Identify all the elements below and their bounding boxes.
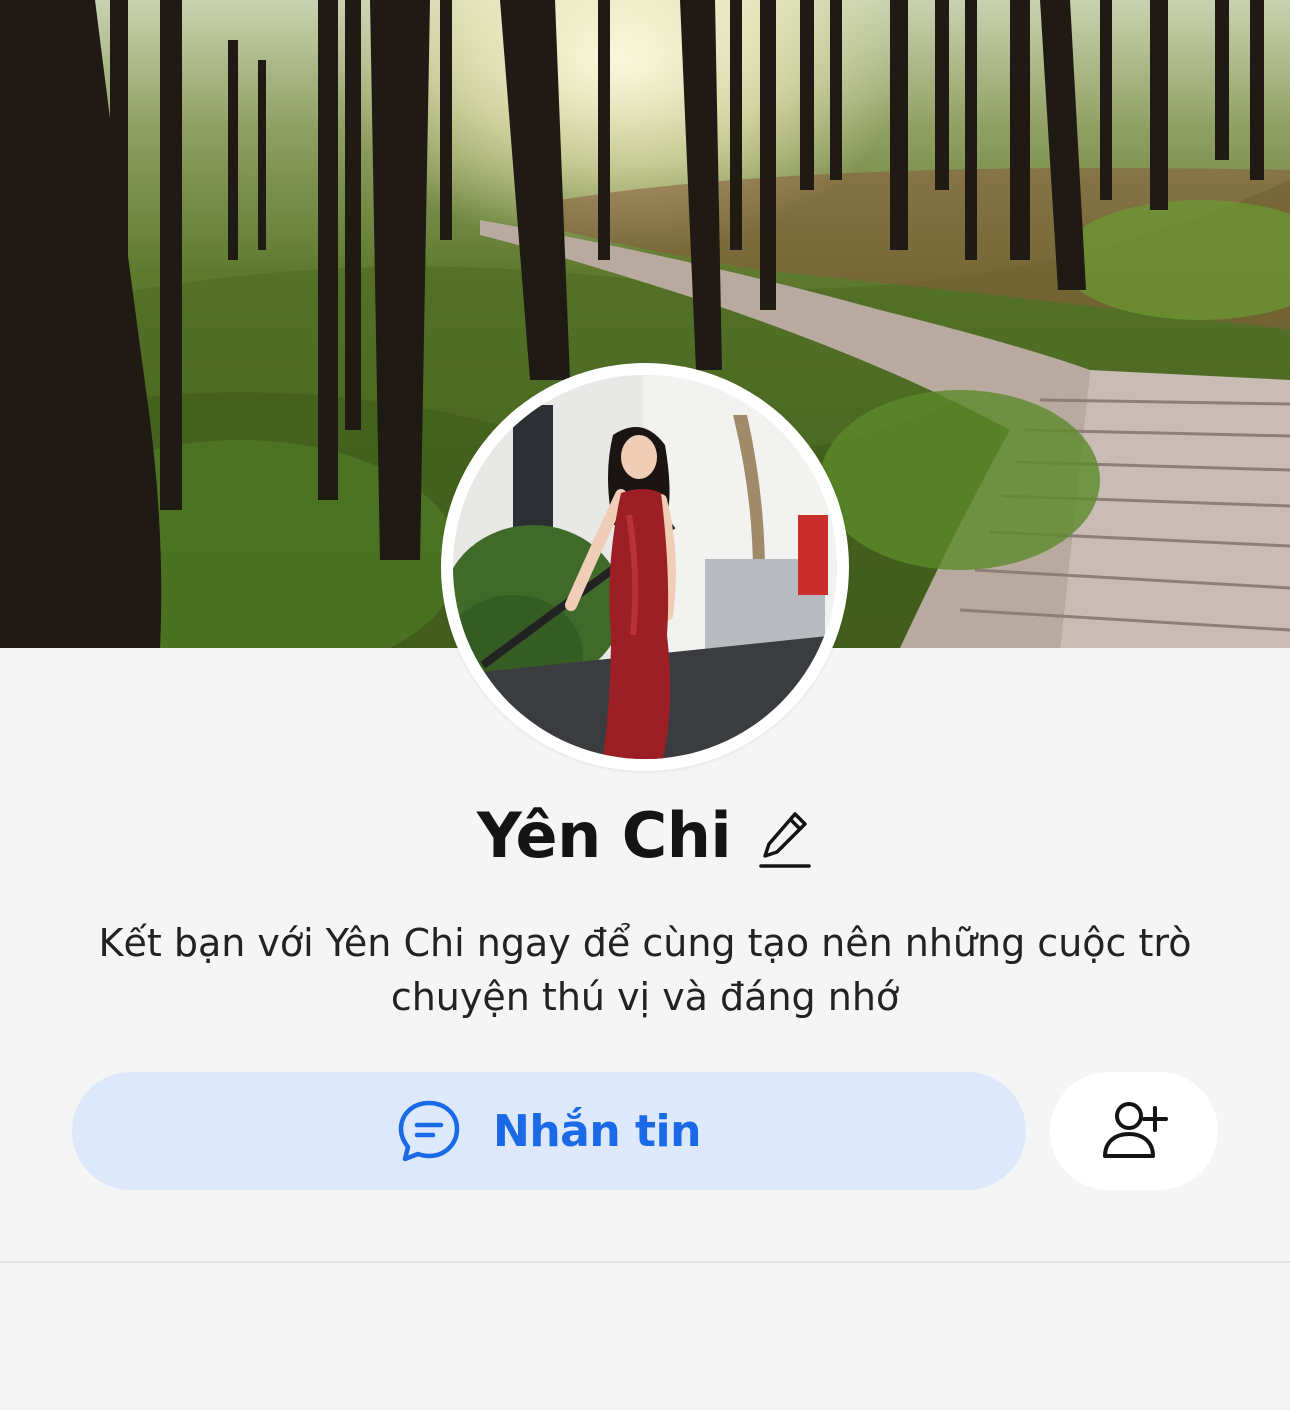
add-friend-button[interactable] xyxy=(1050,1072,1218,1190)
profile-name-row: Yên Chi xyxy=(0,796,1290,876)
message-button-label: Nhắn tin xyxy=(493,1105,701,1157)
section-divider xyxy=(0,1261,1290,1263)
avatar[interactable] xyxy=(441,363,849,771)
add-friend-icon xyxy=(1103,1102,1168,1158)
avatar-image xyxy=(453,375,837,759)
message-button[interactable]: Nhắn tin xyxy=(72,1072,1026,1190)
pencil-icon[interactable] xyxy=(757,808,813,870)
profile-bio: Kết bạn với Yên Chi ngay để cùng tạo nên… xyxy=(98,921,1192,1019)
profile-name: Yên Chi xyxy=(476,799,732,872)
chat-bubble-icon xyxy=(398,1100,460,1162)
